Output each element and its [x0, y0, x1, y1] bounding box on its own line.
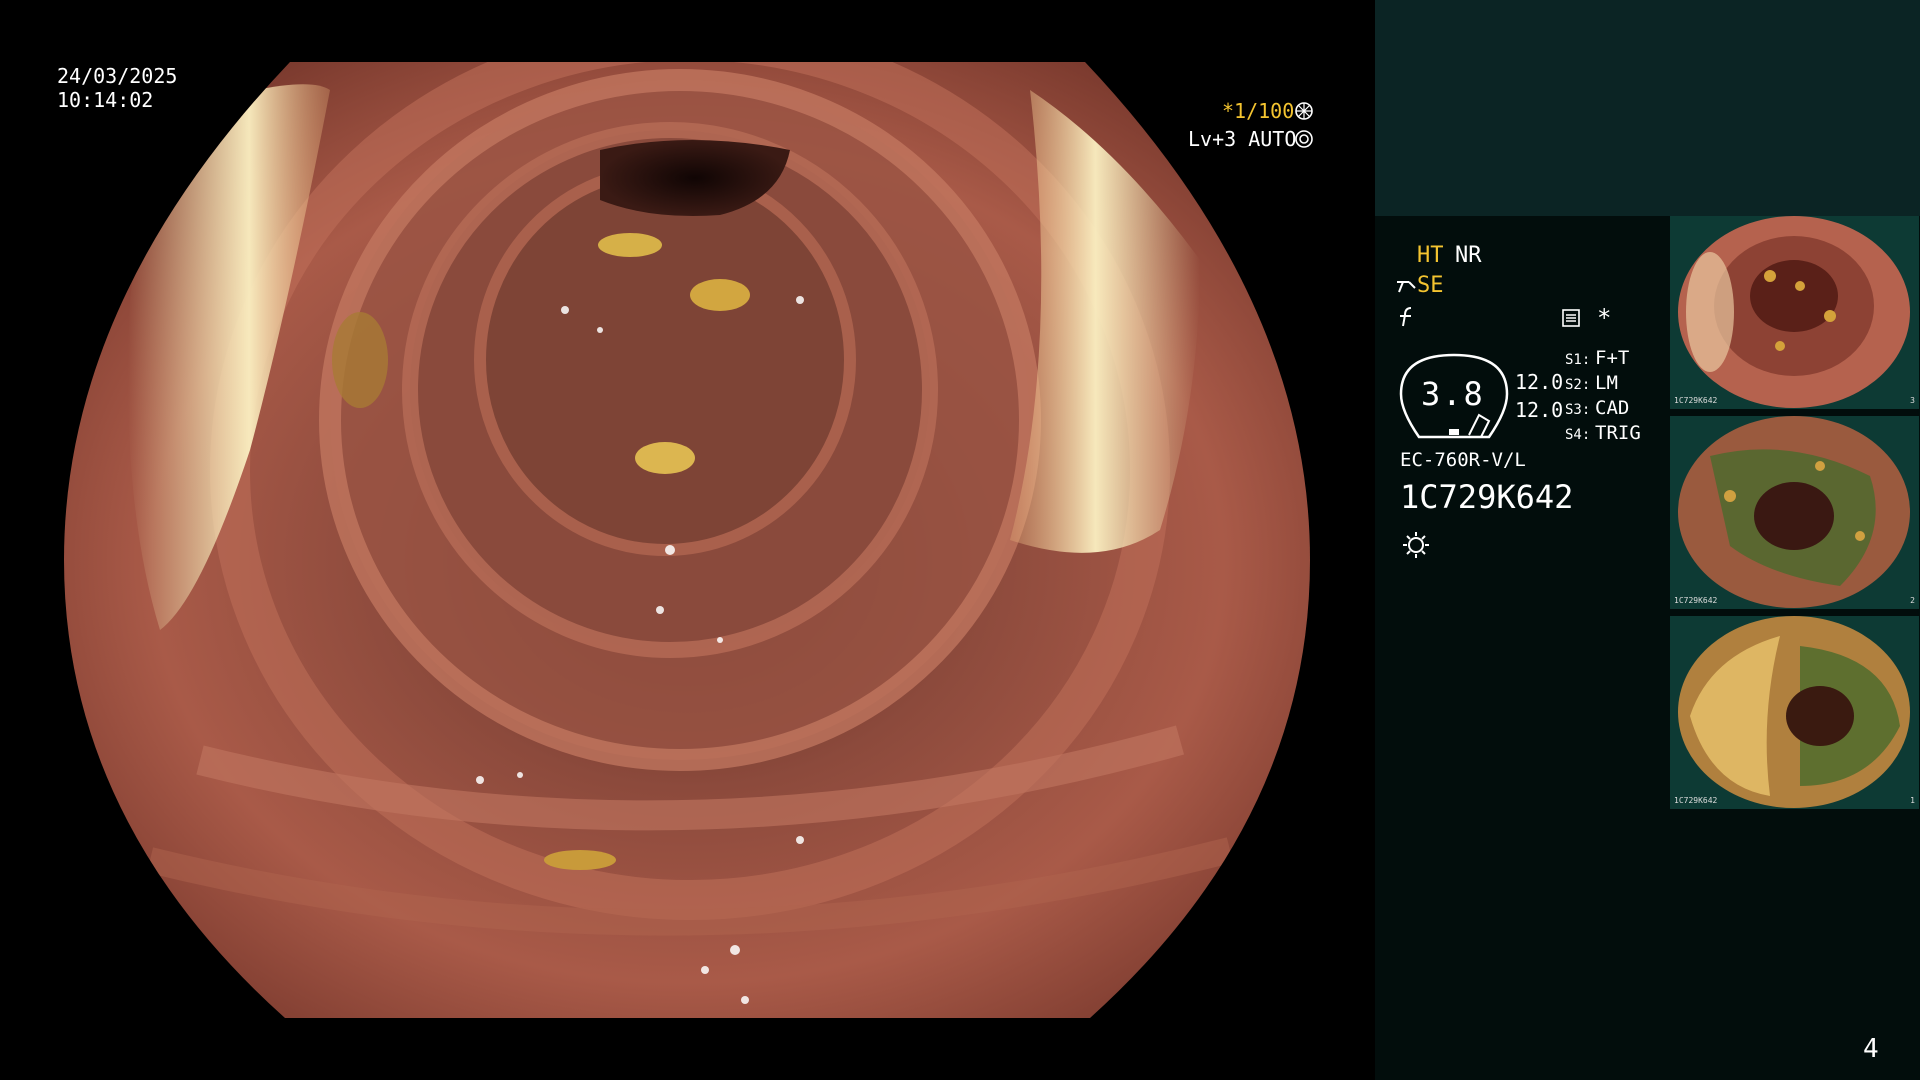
- thumbnail-2-index: 2: [1910, 596, 1915, 605]
- s1-value: F+T: [1595, 347, 1630, 369]
- s4-value: TRIG: [1595, 422, 1641, 444]
- zoom-value: 3.8: [1421, 375, 1485, 413]
- se-label: SE: [1417, 273, 1444, 298]
- side-panel: HT NR SE * 3.8 12.0 12.0 S1: F+T S2: LM …: [1375, 0, 1920, 1080]
- structure-icon: [1397, 281, 1416, 293]
- thumbnail-3-index: 3: [1910, 396, 1915, 405]
- thumbnail-2[interactable]: 1C729K642 2: [1670, 416, 1919, 609]
- s2-value: LM: [1595, 372, 1618, 394]
- thumbnail-3[interactable]: 1C729K642 3: [1670, 216, 1919, 409]
- value-1: 12.0: [1515, 370, 1564, 394]
- s2-label: S2:: [1565, 377, 1591, 393]
- scope-serial: 1C729K642: [1400, 478, 1574, 516]
- page-number: 4: [1863, 1034, 1879, 1064]
- thumbnail-1[interactable]: 1C729K642 1: [1670, 616, 1919, 809]
- thumbnail-2-label: 1C729K642: [1674, 596, 1718, 605]
- endoscope-image: [64, 62, 1310, 1018]
- value-2: 12.0: [1515, 398, 1564, 422]
- s4-label: S4:: [1565, 427, 1591, 443]
- date-label: 24/03/2025: [57, 64, 178, 88]
- light-icon: [1403, 532, 1429, 558]
- asterisk-icon: *: [1597, 304, 1612, 332]
- s3-value: CAD: [1595, 397, 1630, 419]
- thumbnail-1-label: 1C729K642: [1674, 796, 1718, 805]
- endoscope-live-view: 24/03/2025 10:14:02 *1/100 Lv+3 AUTO: [0, 0, 1375, 1080]
- record-icon: [1562, 309, 1580, 327]
- scope-model: EC-760R-V/L: [1400, 449, 1526, 471]
- thumbnail-1-index: 1: [1910, 796, 1915, 805]
- s1-label: S1:: [1565, 352, 1591, 368]
- shutter-speed: *1/100: [1222, 99, 1295, 123]
- s3-label: S3:: [1565, 402, 1591, 418]
- thumbnail-3-label: 1C729K642: [1674, 396, 1718, 405]
- enhance-icon: [1400, 307, 1412, 327]
- shutter-icon: [1295, 102, 1313, 120]
- auto-iris-icon: [1295, 130, 1313, 148]
- nr-label: NR: [1455, 243, 1482, 268]
- time-label: 10:14:02: [57, 88, 154, 112]
- ht-label: HT: [1417, 243, 1444, 268]
- brightness-level: Lv+3 AUTO: [1188, 127, 1297, 151]
- side-panel-header: [1375, 0, 1920, 216]
